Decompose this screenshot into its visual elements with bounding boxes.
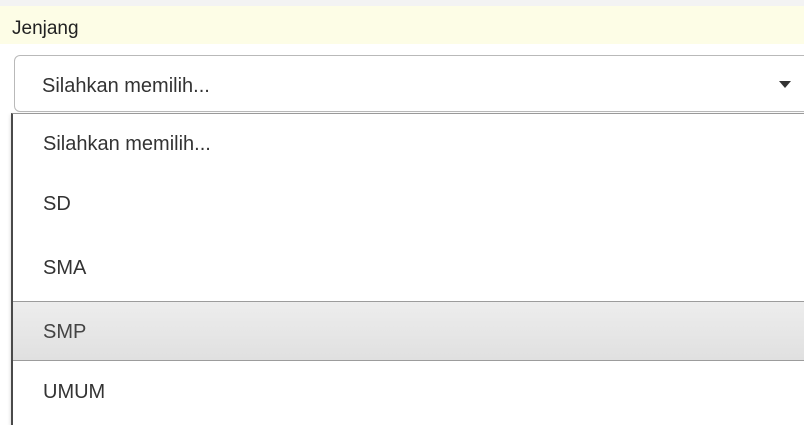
field-label-row: Jenjang [0, 0, 804, 44]
dropdown-option-smp[interactable]: SMP [13, 301, 804, 361]
option-label: SMP [43, 321, 87, 343]
dropdown-option-sma[interactable]: SMA [13, 238, 804, 298]
dropdown-option-sd[interactable]: SD [13, 174, 804, 234]
option-label: SD [43, 193, 71, 215]
caret-down-icon[interactable] [779, 81, 791, 88]
dropdown-list: Silahkan memilih... SD SMA SMP UMUM [11, 113, 804, 425]
option-label: SMA [43, 257, 87, 279]
jenjang-select[interactable]: Silahkan memilih... [14, 55, 804, 112]
select-current-value: Silahkan memilih... [42, 75, 210, 97]
option-label: Silahkan memilih... [43, 133, 211, 155]
form-frame: Jenjang Silahkan memilih... Silahkan mem… [0, 0, 804, 425]
field-label: Jenjang [12, 18, 79, 39]
dropdown-option-umum[interactable]: UMUM [13, 362, 804, 422]
option-label: UMUM [43, 381, 106, 403]
dropdown-option-placeholder[interactable]: Silahkan memilih... [13, 114, 804, 174]
